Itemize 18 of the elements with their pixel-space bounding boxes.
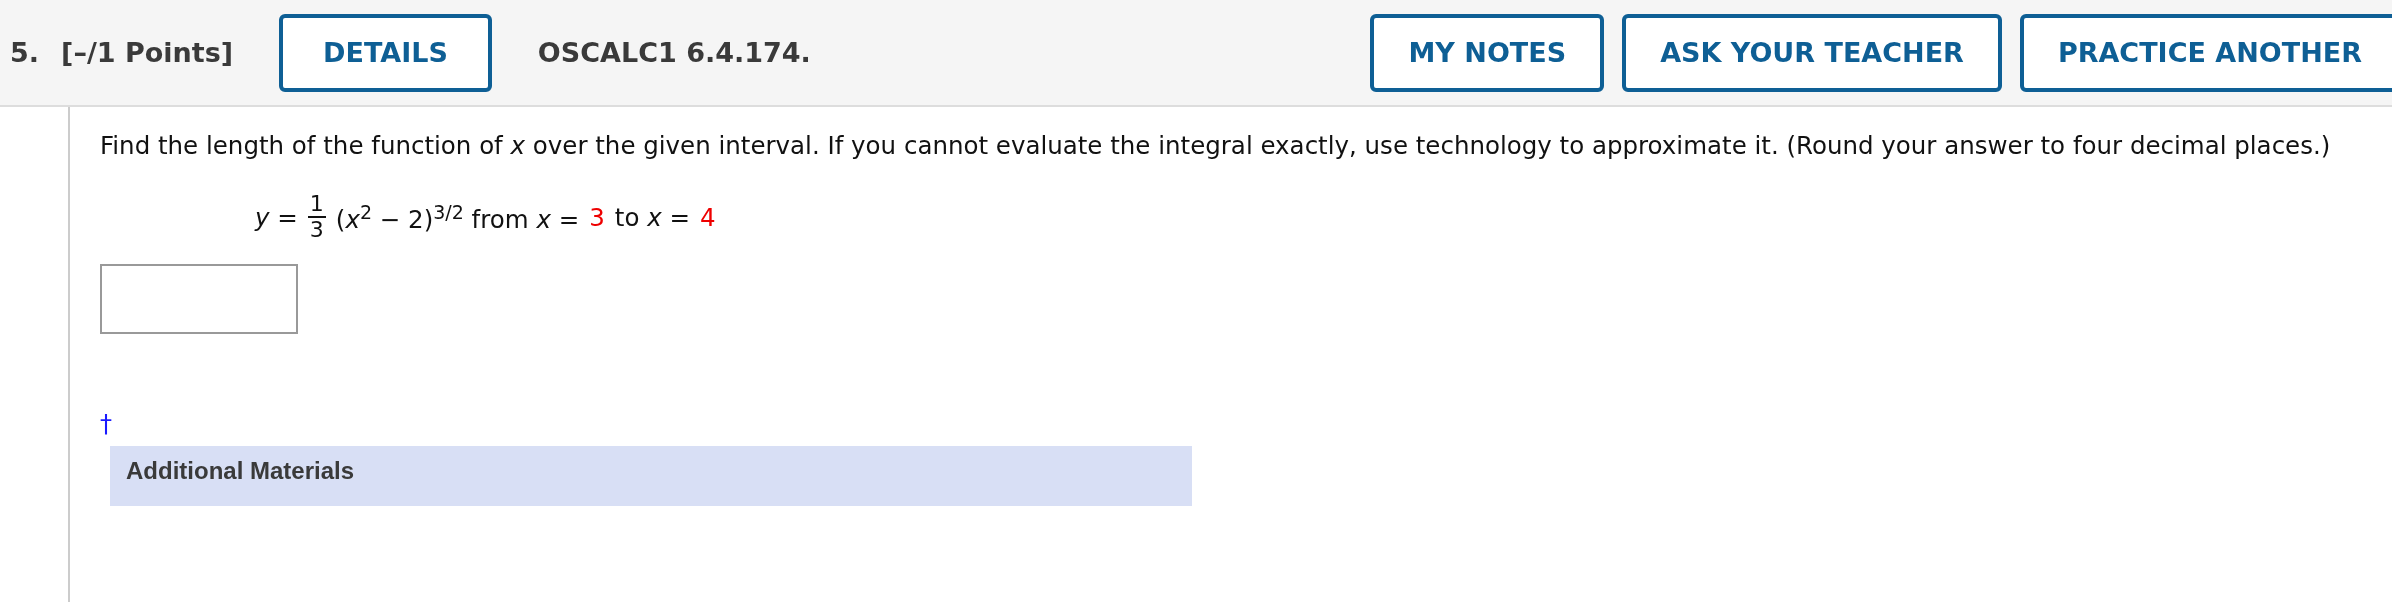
details-button[interactable]: DETAILS [279, 13, 492, 92]
fraction-denominator: 3 [309, 218, 324, 243]
additional-materials-title: Additional Materials [126, 457, 355, 485]
start-value: 3 [589, 202, 605, 232]
equation-lhs: y = [255, 202, 298, 232]
question-number: 5. [10, 37, 40, 68]
end-value: 4 [700, 202, 716, 232]
question-text: Find the length of the function of x over the given interval. If you cannot evaluate the integral exactly, use technology to approximate it. (Round your answer to four decimal places.) [100, 130, 2332, 162]
action-button[interactable]: PRACTICE ANOTHER [2019, 13, 2392, 92]
fraction-numerator: 1 [307, 192, 326, 219]
points-label: [–/1 Points] [61, 37, 234, 68]
equation-expression: (x$^{2}$ − 2)$^{3/2}$ from x = [335, 200, 580, 234]
action-button[interactable]: ASK YOUR TEACHER [1622, 13, 2002, 92]
action-button[interactable]: MY NOTES [1370, 13, 1605, 92]
problem-id: OSCALC1 6.4.174. [537, 37, 811, 68]
equation-text: to x = [614, 202, 691, 232]
footnote-mark: † [100, 410, 113, 439]
answer-field[interactable] [100, 264, 298, 335]
